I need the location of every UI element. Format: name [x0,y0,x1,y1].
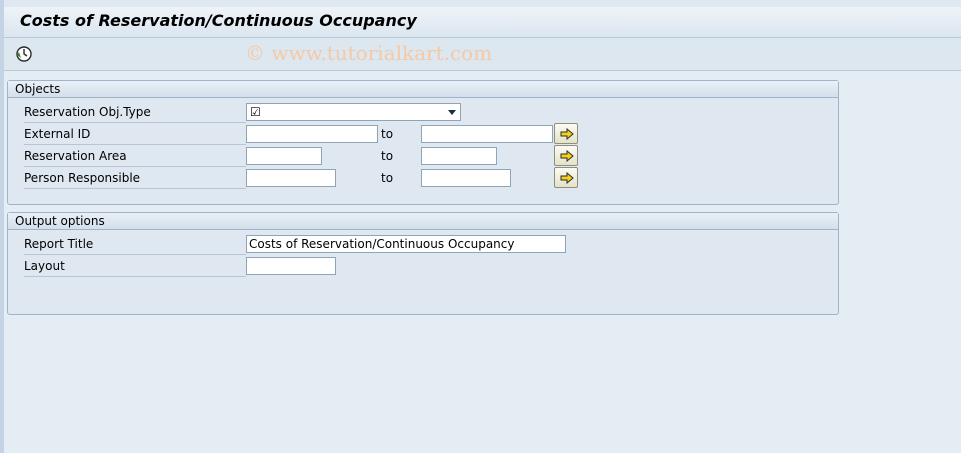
checkbox-icon: ☑ [250,105,261,119]
reservation-area-multiple-selection-button[interactable] [554,145,578,166]
external-id-to-label: to [381,127,394,141]
reservation-obj-type-label: Reservation Obj.Type [24,103,246,123]
reservation-area-to-label: to [381,149,394,163]
objects-group: Objects Reservation Obj.Type ☑ External … [7,80,839,205]
title-bar: Costs of Reservation/Continuous Occupanc… [4,7,961,38]
reservation-area-label: Reservation Area [24,147,246,167]
layout-label: Layout [24,257,246,277]
report-title-input[interactable]: Costs of Reservation/Continuous Occupanc… [246,235,566,253]
layout-input[interactable] [246,257,336,275]
external-id-from-input[interactable] [246,125,378,143]
arrow-right-icon [560,172,574,184]
person-responsible-to-input[interactable] [421,169,511,187]
page-title: Costs of Reservation/Continuous Occupanc… [20,11,417,30]
person-responsible-to-label: to [381,171,394,185]
person-responsible-from-input[interactable] [246,169,336,187]
execute-clock-icon[interactable] [15,45,33,63]
reservation-area-from-input[interactable] [246,147,322,165]
person-responsible-label: Person Responsible [24,169,246,189]
objects-group-header: Objects [8,81,838,98]
external-id-multiple-selection-button[interactable] [554,123,578,144]
reservation-area-to-input[interactable] [421,147,497,165]
reservation-obj-type-dropdown[interactable]: ☑ [246,103,461,121]
output-options-group: Output options Report Title Costs of Res… [7,212,839,315]
arrow-right-icon [560,150,574,162]
watermark: © www.tutorialkart.com [245,41,493,65]
output-options-group-header: Output options [8,213,838,230]
person-responsible-multiple-selection-button[interactable] [554,167,578,188]
report-title-label: Report Title [24,235,246,255]
chevron-down-icon[interactable] [448,110,456,115]
arrow-right-icon [560,128,574,140]
external-id-label: External ID [24,125,246,145]
external-id-to-input[interactable] [421,125,553,143]
